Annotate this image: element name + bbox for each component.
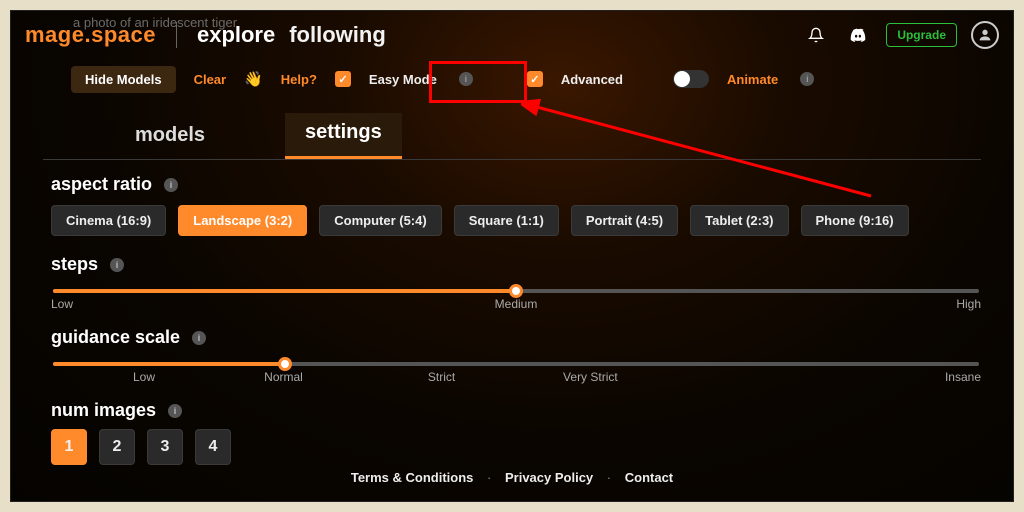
clear-button[interactable]: Clear [194,72,227,87]
nav-following[interactable]: following [289,22,386,48]
advanced-checkbox[interactable]: ✓ [527,71,543,87]
steps-medium-label: Medium [495,297,538,311]
num-1[interactable]: 1 [51,429,87,465]
wave-icon: 👋 [244,70,263,88]
guidance-verystrict-label: Very Strict [563,370,618,384]
info-icon[interactable]: i [459,72,473,86]
num-3[interactable]: 3 [147,429,183,465]
footer-terms[interactable]: Terms & Conditions [351,470,474,485]
guidance-thumb[interactable] [278,357,292,371]
aspect-ratio-options: Cinema (16:9) Landscape (3:2) Computer (… [51,205,981,236]
ratio-cinema[interactable]: Cinema (16:9) [51,205,166,236]
easy-mode-label: Easy Mode [369,72,437,87]
guidance-slider[interactable]: Low Normal Strict Very Strict Insane [51,362,981,386]
footer-contact[interactable]: Contact [625,470,673,485]
account-avatar[interactable] [971,21,999,49]
discord-icon[interactable] [844,21,872,49]
ratio-computer[interactable]: Computer (5:4) [319,205,441,236]
help-link[interactable]: Help? [281,72,317,87]
hide-models-button[interactable]: Hide Models [71,66,176,93]
ratio-phone[interactable]: Phone (9:16) [801,205,909,236]
tabs: models settings [43,99,981,160]
aspect-ratio-title: aspect ratio i [51,174,981,195]
num-images-title: num images i [51,400,981,421]
num-images-options: 1 2 3 4 [51,429,981,465]
steps-title: steps i [51,254,981,275]
guidance-strict-label: Strict [428,370,455,384]
ratio-square[interactable]: Square (1:1) [454,205,559,236]
steps-thumb[interactable] [509,284,523,298]
prompt-text-ghost: a photo of an iridescent tiger [73,15,237,30]
info-icon[interactable]: i [168,404,182,418]
ratio-portrait[interactable]: Portrait (4:5) [571,205,678,236]
num-2[interactable]: 2 [99,429,135,465]
upgrade-button[interactable]: Upgrade [886,23,957,47]
info-icon[interactable]: i [164,178,178,192]
settings-content: aspect ratio i Cinema (16:9) Landscape (… [11,160,1013,465]
footer-links: Terms & Conditions · Privacy Policy · Co… [11,470,1013,485]
guidance-low-label: Low [133,370,155,384]
info-icon[interactable]: i [192,331,206,345]
animate-toggle[interactable] [673,70,709,88]
app-frame: a photo of an iridescent tiger mage.spac… [10,10,1014,502]
easy-mode-checkbox[interactable]: ✓ [335,71,351,87]
options-row: Hide Models Clear 👋 Help? ✓ Easy Mode i … [11,59,1013,99]
ratio-tablet[interactable]: Tablet (2:3) [690,205,788,236]
tab-models[interactable]: models [115,116,225,159]
guidance-normal-label: Normal [264,370,303,384]
tab-settings[interactable]: settings [285,113,402,159]
steps-slider[interactable]: Low Medium High [51,289,981,313]
advanced-label: Advanced [561,72,623,87]
bell-icon[interactable] [802,21,830,49]
steps-low-label: Low [51,297,73,311]
num-4[interactable]: 4 [195,429,231,465]
info-icon[interactable]: i [800,72,814,86]
info-icon[interactable]: i [110,258,124,272]
guidance-title: guidance scale i [51,327,981,348]
guidance-insane-label: Insane [945,370,981,384]
steps-high-label: High [956,297,981,311]
footer-privacy[interactable]: Privacy Policy [505,470,593,485]
animate-label: Animate [727,72,778,87]
ratio-landscape[interactable]: Landscape (3:2) [178,205,307,236]
